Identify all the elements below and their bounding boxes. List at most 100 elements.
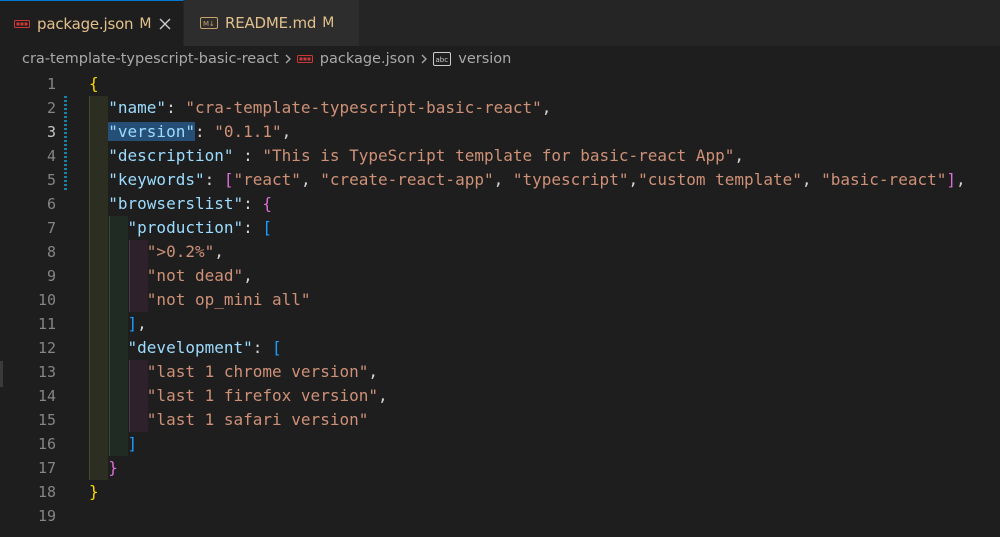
json-key: "development": [127, 338, 253, 357]
json-key: "production": [127, 218, 244, 237]
comma: ,: [300, 170, 321, 189]
code-line[interactable]: "not dead",: [89, 264, 1000, 288]
code-line[interactable]: }: [89, 480, 1000, 504]
tab-label: README.md: [225, 14, 317, 32]
json-string: "not dead": [146, 266, 244, 285]
json-key-selected: "version": [108, 122, 195, 141]
chevron-right-icon: [420, 53, 428, 65]
comma: ,: [243, 266, 253, 285]
colon: :: [194, 122, 215, 141]
git-modified-indicator[interactable]: [64, 96, 67, 192]
json-string: "not op_mini all": [146, 290, 311, 309]
line-number: 14: [37, 387, 56, 405]
line-number: 1: [46, 75, 56, 93]
code-line[interactable]: "version": "0.1.1",: [89, 120, 1000, 144]
colon: :: [166, 98, 186, 117]
chevron-right-icon: [284, 53, 292, 65]
code-line[interactable]: }: [89, 456, 1000, 480]
comma: ,: [956, 170, 966, 189]
comma: ,: [493, 170, 513, 189]
code-line[interactable]: "production": [: [89, 216, 1000, 240]
tab-readme-md[interactable]: M↓ README.md M: [184, 0, 360, 46]
line-number: 13: [37, 363, 56, 381]
json-key: "description": [108, 146, 234, 165]
line-number: 19: [37, 507, 56, 525]
comma: ,: [801, 170, 822, 189]
json-string: "custom template": [638, 170, 802, 189]
code-line[interactable]: "browserslist": {: [89, 192, 1000, 216]
line-number: 8: [46, 243, 56, 261]
colon: :: [233, 146, 263, 165]
bracket: [: [272, 338, 282, 357]
json-key: "browserslist": [108, 194, 244, 213]
json-file-icon: [14, 19, 30, 29]
modified-badge: M: [139, 15, 152, 32]
code-line[interactable]: "last 1 safari version": [89, 408, 1000, 432]
code-line[interactable]: "last 1 firefox version",: [89, 384, 1000, 408]
string-symbol-icon: abc: [433, 52, 452, 66]
line-number: 7: [46, 219, 56, 237]
line-number: 5: [46, 171, 56, 189]
code-line[interactable]: ">0.2%",: [89, 240, 1000, 264]
json-key: "keywords": [108, 170, 205, 189]
editor-tab-bar: package.json M M↓ README.md M: [0, 0, 1000, 46]
comma: ,: [541, 98, 552, 117]
markdown-file-icon: M↓: [200, 17, 218, 29]
line-number-gutter: 1 2 3 4 5 6 7 8 9 10 11 12 13 14 15 16 1…: [0, 72, 62, 528]
code-line[interactable]: "last 1 chrome version",: [89, 360, 1000, 384]
line-number: 4: [46, 147, 56, 165]
breadcrumb-symbol[interactable]: abc version: [433, 51, 511, 67]
line-number: 6: [46, 195, 56, 213]
code-line[interactable]: "description" : "This is TypeScript temp…: [89, 144, 1000, 168]
brace: {: [89, 74, 99, 93]
code-line[interactable]: "keywords": ["react", "create-react-app"…: [89, 168, 1000, 192]
svg-text:abc: abc: [436, 56, 449, 64]
line-number: 15: [37, 411, 56, 429]
breadcrumb-file[interactable]: package.json: [296, 51, 416, 67]
tab-package-json[interactable]: package.json M: [0, 0, 184, 46]
code-line[interactable]: "development": [: [89, 336, 1000, 360]
json-string: "react": [233, 170, 301, 189]
comma: ,: [214, 242, 224, 261]
json-string: "typescript": [512, 170, 629, 189]
bracket: [: [262, 218, 273, 237]
bracket: ]: [127, 314, 138, 333]
breadcrumb-file-label: package.json: [319, 51, 416, 67]
json-string: "create-react-app": [320, 170, 494, 189]
json-string: "last 1 safari version": [146, 410, 369, 429]
breadcrumb: cra-template-typescript-basic-react pack…: [22, 46, 511, 72]
json-string: "last 1 chrome version": [146, 362, 369, 381]
breadcrumb-symbol-label: version: [458, 51, 512, 67]
code-line[interactable]: ]: [89, 432, 1000, 456]
line-number: 10: [37, 291, 56, 309]
code-line[interactable]: {: [89, 72, 1000, 96]
brace: {: [262, 194, 273, 213]
close-icon[interactable]: [159, 18, 171, 30]
code-line[interactable]: "name": "cra-template-typescript-basic-r…: [89, 96, 1000, 120]
json-string: "0.1.1": [214, 122, 282, 141]
line-number: 16: [37, 435, 56, 453]
comma: ,: [628, 170, 639, 189]
code-editor[interactable]: 1 2 3 4 5 6 7 8 9 10 11 12 13 14 15 16 1…: [0, 72, 1000, 537]
line-number: 18: [37, 483, 56, 501]
comma: ,: [281, 122, 292, 141]
json-file-icon: [296, 54, 313, 64]
code-line[interactable]: [89, 504, 1000, 528]
json-string: ">0.2%": [146, 242, 215, 261]
code-line[interactable]: "not op_mini all": [89, 288, 1000, 312]
bracket: ]: [946, 170, 956, 189]
code-line[interactable]: ],: [89, 312, 1000, 336]
tab-label: package.json: [37, 14, 134, 33]
json-string: "cra-template-typescript-basic-react": [185, 98, 542, 117]
brace: }: [89, 482, 99, 501]
colon: :: [204, 170, 224, 189]
code-lines[interactable]: { "name": "cra-template-typescript-basic…: [89, 72, 1000, 528]
comma: ,: [377, 386, 388, 405]
line-number: 9: [46, 267, 56, 285]
line-number: 2: [46, 99, 56, 117]
breadcrumb-folder[interactable]: cra-template-typescript-basic-react: [22, 51, 279, 67]
line-number: 12: [37, 339, 56, 357]
brace: }: [108, 458, 118, 477]
comma: ,: [368, 362, 378, 381]
line-number: 3: [46, 123, 56, 141]
